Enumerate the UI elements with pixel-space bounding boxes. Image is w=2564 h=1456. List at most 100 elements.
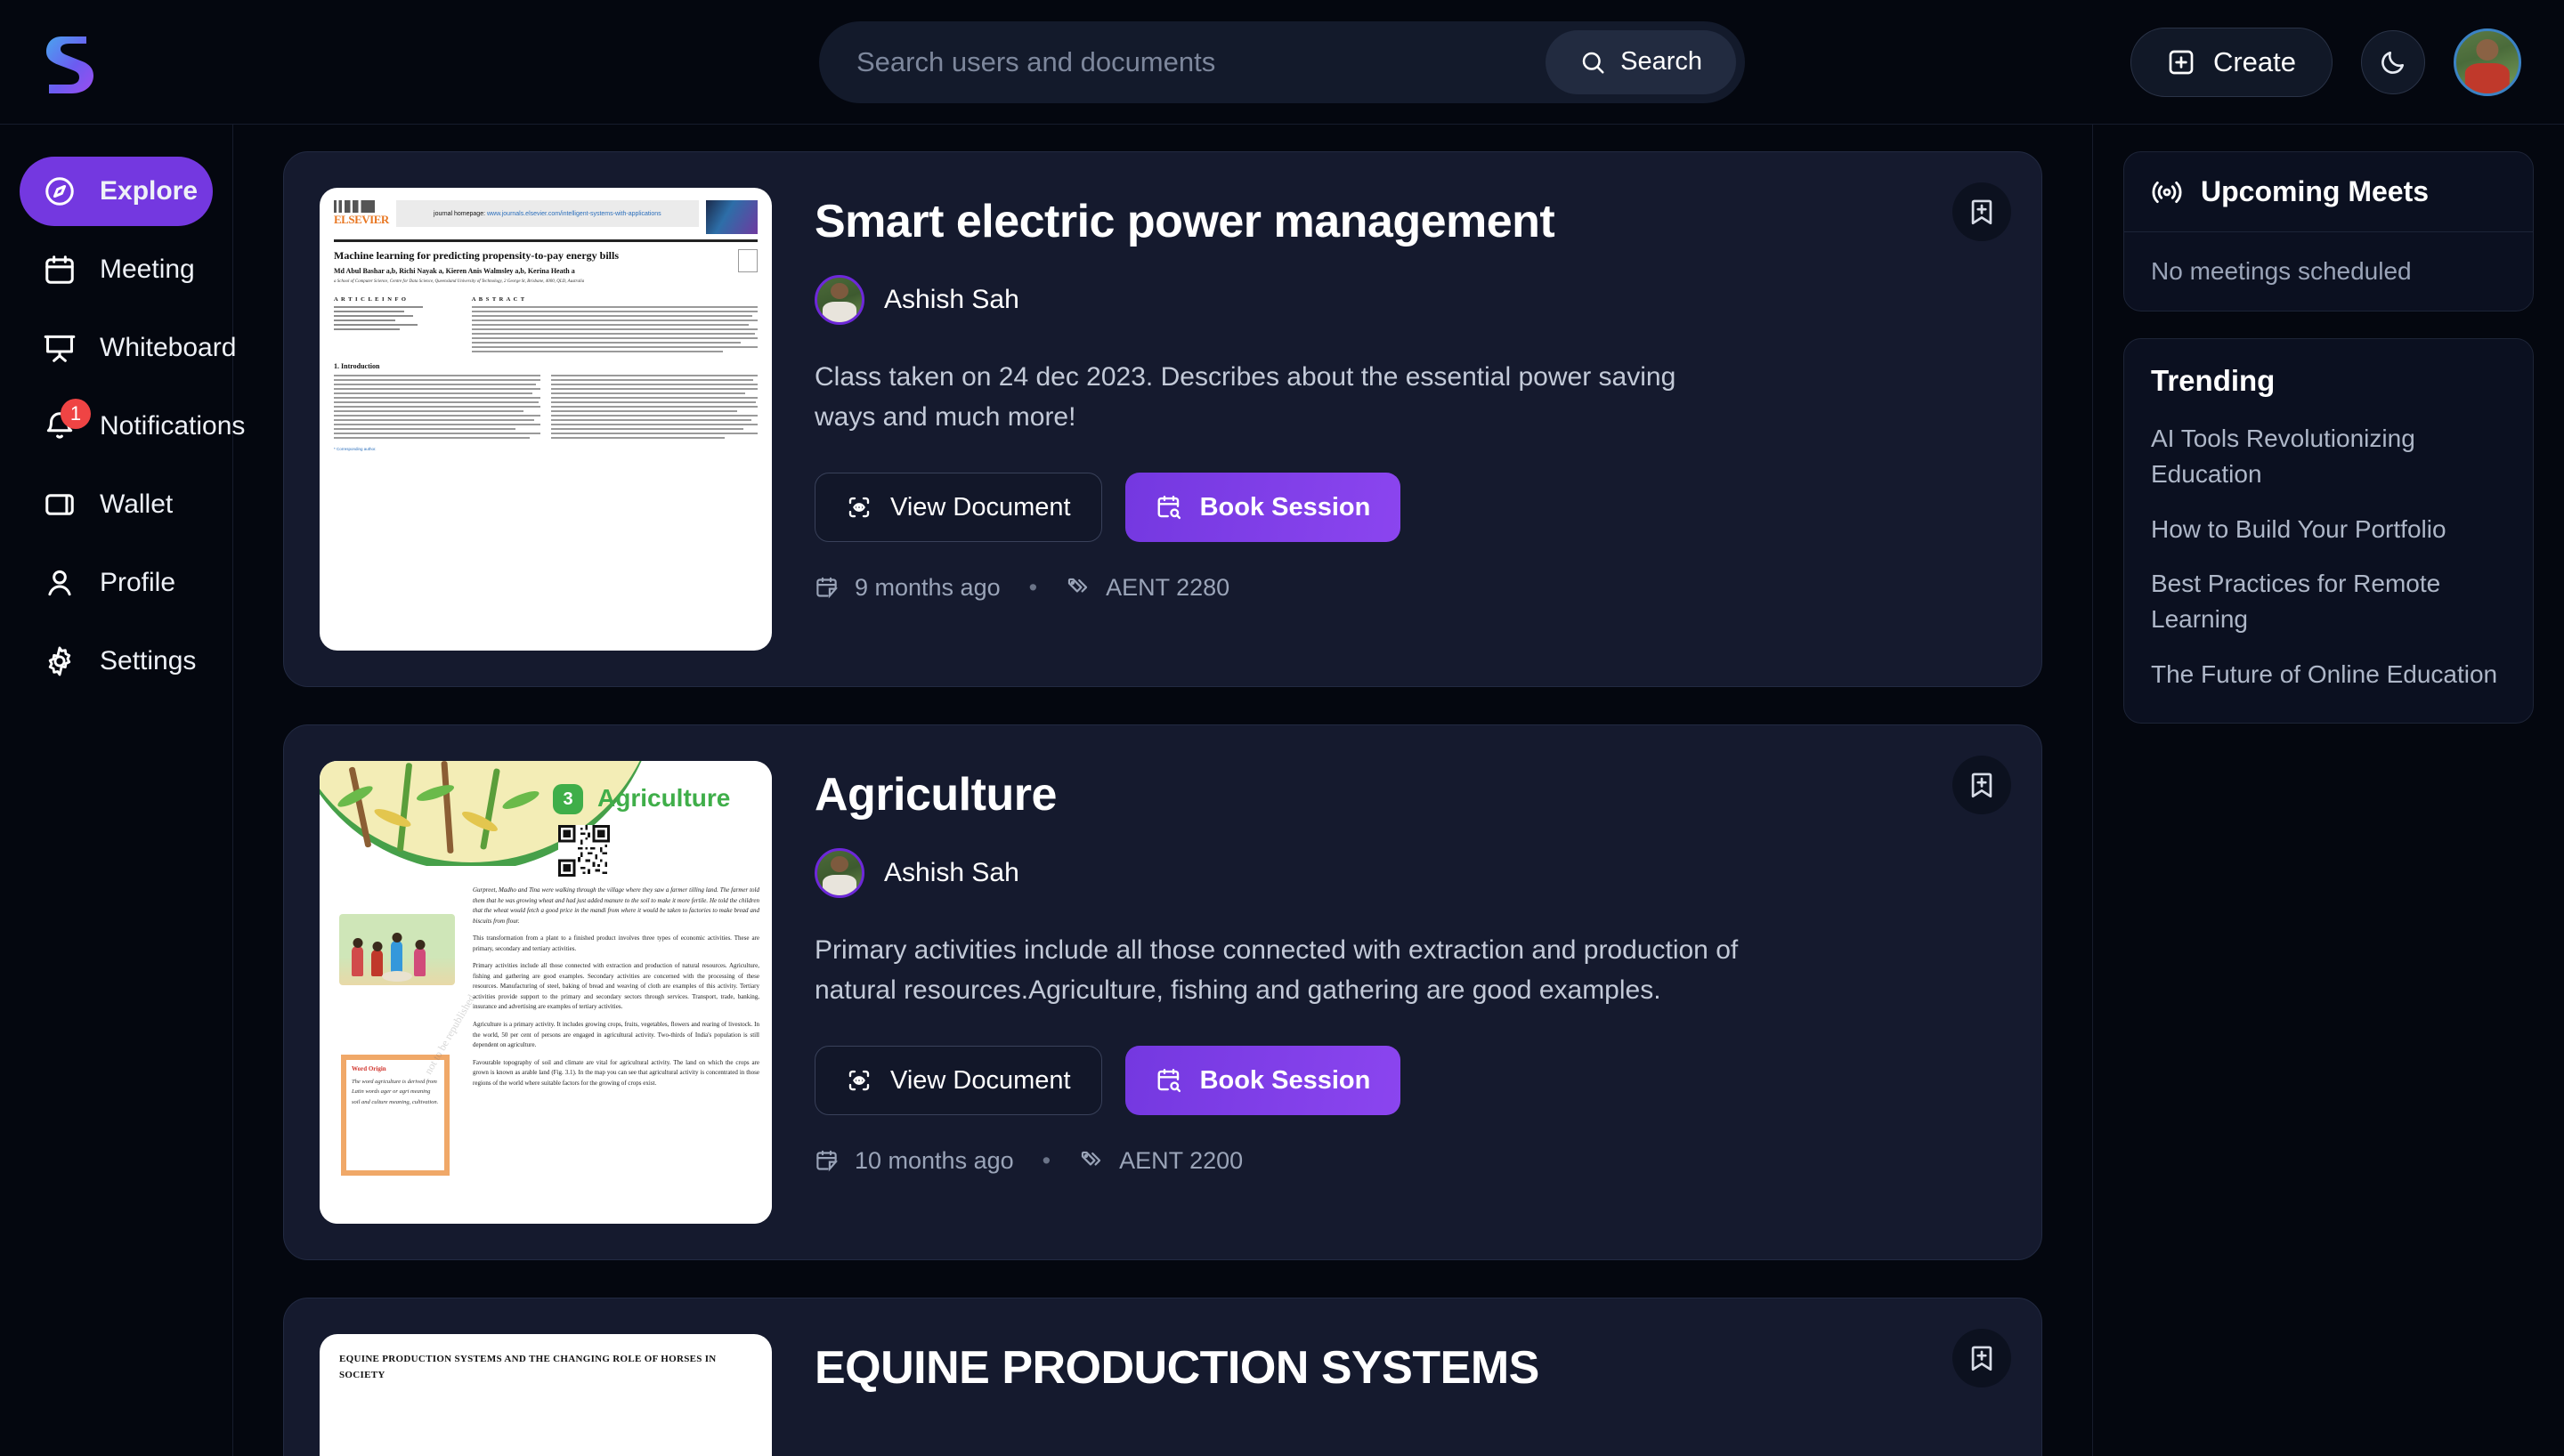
presentation-icon xyxy=(43,331,77,365)
profile-avatar[interactable] xyxy=(2454,28,2521,96)
textbook-paragraph: Gurpreet, Madho and Tina were walking th… xyxy=(473,886,759,925)
journal-homepage-link: www.journals.elsevier.com/intelligent-sy… xyxy=(487,210,661,217)
author-name: Ashish Sah xyxy=(884,285,1019,314)
card-actions: View Document Book Session xyxy=(815,1046,2006,1115)
app-body: Explore Meeting Whiteboard 1 Notificatio… xyxy=(0,125,2564,1456)
upcoming-meets-panel: Upcoming Meets No meetings scheduled xyxy=(2123,151,2534,311)
right-sidebar: Upcoming Meets No meetings scheduled Tre… xyxy=(2092,125,2564,1456)
plus-square-icon xyxy=(2169,50,2194,74)
compass-icon xyxy=(43,174,77,208)
sidebar-item-profile[interactable]: Profile xyxy=(20,548,213,618)
book-session-label: Book Session xyxy=(1199,1065,1371,1095)
sidebar-item-meeting[interactable]: Meeting xyxy=(20,235,213,304)
sidebar-item-notifications[interactable]: 1 Notifications xyxy=(20,392,245,461)
view-document-button[interactable]: View Document xyxy=(815,1046,1102,1115)
sidebar-item-label: Wallet xyxy=(100,489,174,519)
tags-icon xyxy=(1067,578,1088,593)
search-icon xyxy=(1582,52,1604,73)
illustration xyxy=(339,914,455,985)
sidebar: Explore Meeting Whiteboard 1 Notificatio… xyxy=(0,125,245,1456)
author-name: Ashish Sah xyxy=(884,858,1019,887)
word-origin-body: The word agriculture is derived from Lat… xyxy=(352,1079,439,1105)
book-session-button[interactable]: Book Session xyxy=(1124,1046,1401,1115)
paper-title: Machine learning for predicting propensi… xyxy=(334,249,619,262)
avatar xyxy=(815,275,864,325)
user-icon xyxy=(43,566,77,600)
card-author[interactable]: Ashish Sah xyxy=(815,848,2006,898)
calendar-icon xyxy=(43,253,77,287)
bookmark-button[interactable] xyxy=(1952,1329,2011,1387)
meta-separator: • xyxy=(1042,1147,1051,1174)
card-author[interactable]: Ashish Sah xyxy=(815,275,2006,325)
sidebar-item-explore[interactable]: Explore xyxy=(20,157,213,226)
notifications-badge: 1 xyxy=(61,399,91,429)
card-meta: 10 months ago • AENT 2200 xyxy=(815,1147,2006,1175)
sidebar-item-label: Notifications xyxy=(100,411,246,441)
article-info-heading: A R T I C L E I N F O xyxy=(334,295,407,303)
journal-cover-image xyxy=(706,200,758,234)
gear-icon xyxy=(43,644,77,678)
top-bar: Search Create xyxy=(0,0,2564,125)
create-button-label: Create xyxy=(2212,45,2296,77)
paper-footer: * Corresponding author. xyxy=(334,446,377,451)
card-date: 10 months ago xyxy=(855,1147,1014,1174)
view-document-button[interactable]: View Document xyxy=(815,473,1102,542)
upcoming-meets-header: Upcoming Meets xyxy=(2124,152,2533,232)
abstract-heading: A B S T R A C T xyxy=(471,295,526,303)
document-thumbnail[interactable]: 3 Agriculture Word Origin The word agric… xyxy=(320,761,772,1224)
document-card[interactable]: EQUINE PRODUCTION SYSTEMS AND THE CHANGI… xyxy=(283,1298,2042,1456)
calendar-search-icon xyxy=(1157,495,1181,520)
sidebar-item-settings[interactable]: Settings xyxy=(20,627,213,696)
document-thumbnail[interactable]: ELSEVIER journal homepage: www.journals.… xyxy=(320,188,772,651)
bookmark-button[interactable] xyxy=(1952,182,2011,241)
chapter-number: 3 xyxy=(553,784,583,814)
card-tag: AENT 2200 xyxy=(1119,1147,1244,1174)
trending-title: Trending xyxy=(2151,364,2276,397)
trending-item[interactable]: AI Tools Revolutionizing Education xyxy=(2151,421,2506,492)
book-session-button[interactable]: Book Session xyxy=(1124,473,1401,542)
bookmark-plus-icon xyxy=(1971,772,1992,798)
calendar-icon xyxy=(816,1150,838,1172)
sidebar-item-label: Settings xyxy=(100,646,197,675)
scan-eye-icon xyxy=(848,497,870,518)
trending-item[interactable]: The Future of Online Education xyxy=(2151,657,2506,692)
card-body: Smart electric power management Ashish S… xyxy=(815,188,2006,651)
card-title: Smart electric power management xyxy=(815,196,1555,247)
sidebar-item-label: Whiteboard xyxy=(100,333,237,362)
upcoming-meets-empty: No meetings scheduled xyxy=(2151,257,2412,285)
avatar xyxy=(815,848,864,898)
top-bar-actions: Create xyxy=(2130,27,2564,97)
card-title: EQUINE PRODUCTION SYSTEMS xyxy=(815,1342,1539,1394)
search-bar[interactable]: Search xyxy=(819,20,1745,103)
sidebar-item-whiteboard[interactable]: Whiteboard xyxy=(20,313,236,383)
publisher-name: ELSEVIER xyxy=(334,213,389,226)
search-input[interactable] xyxy=(856,45,1546,78)
document-thumbnail[interactable]: EQUINE PRODUCTION SYSTEMS AND THE CHANGI… xyxy=(320,1334,772,1456)
calendar-icon xyxy=(816,577,838,599)
search-button[interactable]: Search xyxy=(1546,29,1736,94)
document-card[interactable]: 3 Agriculture Word Origin The word agric… xyxy=(283,724,2042,1260)
document-card[interactable]: ELSEVIER journal homepage: www.journals.… xyxy=(283,151,2042,687)
theme-toggle-button[interactable] xyxy=(2361,29,2425,94)
view-document-label: View Document xyxy=(890,492,1071,522)
meta-separator: • xyxy=(1028,574,1038,601)
wallet-icon xyxy=(43,488,77,522)
textbook-paragraph: This transformation from a plant to a fi… xyxy=(473,934,759,952)
card-tag: AENT 2280 xyxy=(1106,574,1230,601)
paper-affiliation: a School of Computer Science, Centre for… xyxy=(334,279,585,284)
bookmark-plus-icon xyxy=(1971,1346,1992,1371)
bookmark-button[interactable] xyxy=(1952,756,2011,814)
textbook-paragraph: Agriculture is a primary activity. It in… xyxy=(473,1021,759,1049)
paper-title: EQUINE PRODUCTION SYSTEMS AND THE CHANGI… xyxy=(339,1354,717,1380)
card-date: 9 months ago xyxy=(855,574,1001,601)
section-heading: 1. Introduction xyxy=(334,361,380,370)
crossmark-badge xyxy=(738,249,758,272)
app-logo[interactable] xyxy=(0,31,142,93)
trending-item[interactable]: Best Practices for Remote Learning xyxy=(2151,566,2506,637)
textbook-paragraph: Primary activities include all those con… xyxy=(473,962,759,1011)
calendar-search-icon xyxy=(1157,1068,1181,1093)
create-button[interactable]: Create xyxy=(2130,27,2333,97)
qr-code-icon xyxy=(558,825,610,877)
sidebar-item-wallet[interactable]: Wallet xyxy=(20,470,213,539)
trending-item[interactable]: How to Build Your Portfolio xyxy=(2151,512,2506,547)
